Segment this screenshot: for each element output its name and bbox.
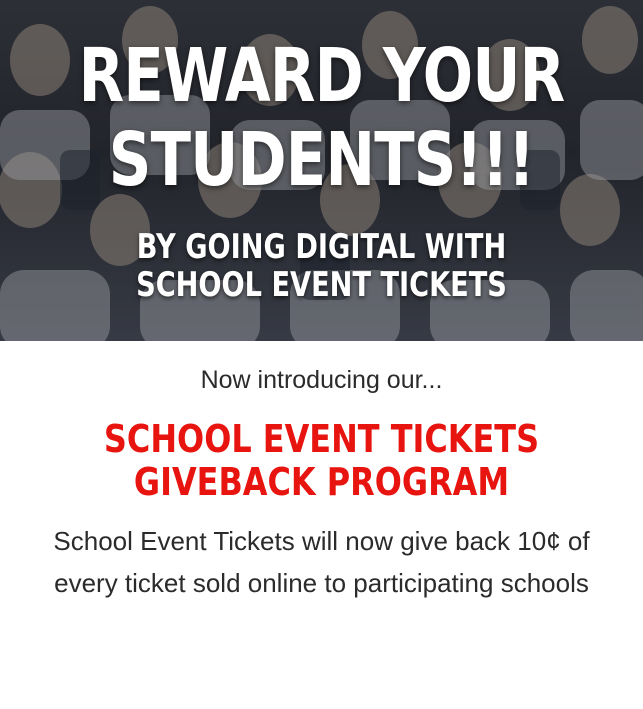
program-description: School Event Tickets will now give back … <box>0 520 643 604</box>
promo-page: REWARD YOUR STUDENTS!!! BY GOING DIGITAL… <box>0 0 643 709</box>
hero-subheadline: BY GOING DIGITAL WITH SCHOOL EVENT TICKE… <box>64 228 578 304</box>
intro-text: Now introducing our... <box>200 366 443 394</box>
hero-headline: REWARD YOUR STUDENTS!!! <box>64 34 578 202</box>
hero-headline-line1: REWARD YOUR <box>78 33 566 119</box>
program-description-line1: School Event Tickets will now give back … <box>53 526 590 556</box>
program-description-line2: every ticket sold online to participatin… <box>54 568 589 598</box>
program-title: SCHOOL EVENT TICKETS GIVEBACK PROGRAM <box>51 418 591 504</box>
program-title-line1: SCHOOL EVENT TICKETS <box>103 417 540 461</box>
hero-subheadline-line1: BY GOING DIGITAL WITH <box>136 227 507 267</box>
hero-subheadline-line2: SCHOOL EVENT TICKETS <box>136 265 507 305</box>
hero-headline-line2: STUDENTS!!! <box>108 117 535 203</box>
program-title-line2: GIVEBACK PROGRAM <box>133 460 510 504</box>
hero-banner: REWARD YOUR STUDENTS!!! BY GOING DIGITAL… <box>0 0 643 341</box>
